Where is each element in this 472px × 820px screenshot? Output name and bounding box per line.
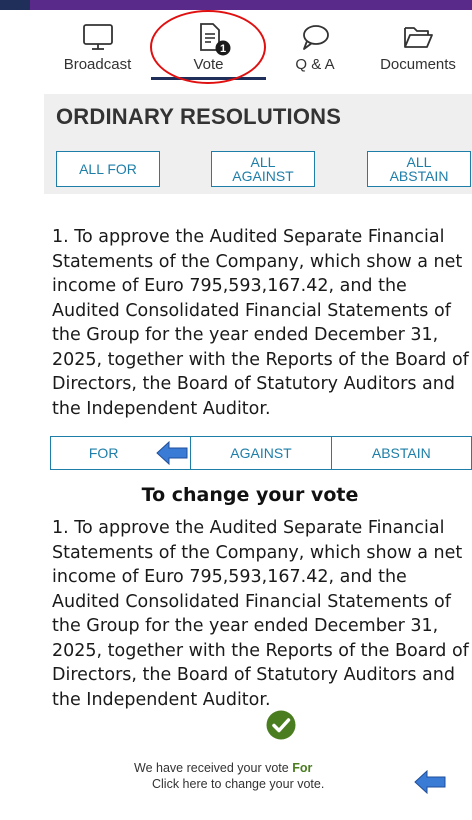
vote-against-button[interactable]: AGAINST xyxy=(191,437,332,469)
resolution-text-repeat: 1. To approve the Audited Separate Finan… xyxy=(52,518,469,710)
vote-options-row: FOR AGAINST ABSTAIN xyxy=(50,436,472,470)
vote-abstain-label: ABSTAIN xyxy=(371,445,431,461)
change-vote-heading: To change your vote xyxy=(141,484,359,506)
received-prefix: We have received your vote xyxy=(134,761,293,775)
nav-bar: Broadcast 1 Vote Q & A Documents xyxy=(44,10,472,84)
top-bar-left-block xyxy=(0,0,30,10)
folder-icon xyxy=(404,27,433,48)
nav-label: Broadcast xyxy=(63,56,132,73)
nav-label: Q & A xyxy=(295,56,335,73)
checkmark-icon xyxy=(266,710,296,740)
resolutions-panel: ORDINARY RESOLUTIONS ALL FOR ALL AGAINST… xyxy=(44,94,472,194)
vote-against-label: AGAINST xyxy=(230,445,292,461)
received-line: We have received your vote For xyxy=(130,760,390,776)
all-for-button[interactable]: ALL FOR xyxy=(56,151,160,187)
nav-label: Documents xyxy=(380,56,456,73)
top-bar xyxy=(0,0,472,10)
received-vote-value: For xyxy=(292,761,313,775)
nav-item-qa[interactable]: Q & A xyxy=(266,10,364,80)
nav-item-documents[interactable]: Documents xyxy=(364,10,472,80)
vote-abstain-button[interactable]: ABSTAIN xyxy=(332,437,471,469)
section-title: ORDINARY RESOLUTIONS xyxy=(56,104,342,129)
highlight-circle xyxy=(150,10,266,84)
all-against-button[interactable]: ALL AGAINST xyxy=(211,151,315,187)
arrow-left-icon xyxy=(414,770,446,794)
monitor-icon xyxy=(82,24,113,50)
resolution-text: 1. To approve the Audited Separate Finan… xyxy=(52,227,469,419)
vote-for-label: FOR xyxy=(88,445,119,461)
all-abstain-button[interactable]: ALL ABSTAIN xyxy=(367,151,471,187)
nav-item-broadcast[interactable]: Broadcast xyxy=(44,10,151,80)
arrow-left-icon xyxy=(156,441,188,465)
vote-confirmation: We have received your vote For Click her… xyxy=(130,760,390,792)
change-vote-link[interactable]: Click here to change your vote. xyxy=(130,776,390,792)
chat-bubble-icon xyxy=(303,25,329,50)
